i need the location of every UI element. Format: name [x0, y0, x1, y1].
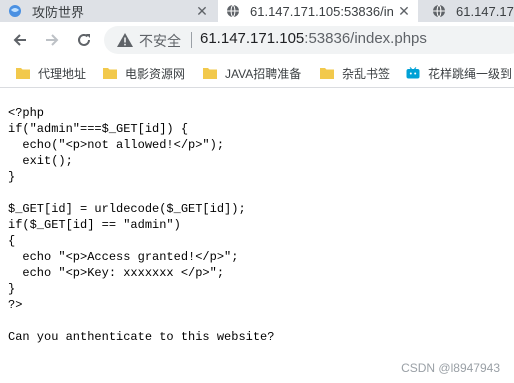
- tab-strip: 攻防世界 ✕ 61.147.171.105:53836/in ✕ 61.147.…: [0, 0, 514, 22]
- bookmark-java-jobs[interactable]: JAVA招聘准备: [203, 64, 301, 82]
- bookmark-label: 杂乱书签: [342, 66, 391, 81]
- tab-index-phps[interactable]: 61.147.171.105:53836/in ✕: [218, 0, 418, 22]
- forward-arrow-icon: [46, 34, 59, 46]
- tab-attack-defense-world[interactable]: 攻防世界 ✕: [8, 0, 218, 22]
- bilibili-icon: [406, 67, 420, 79]
- bookmark-label: 电影资源网: [125, 66, 186, 81]
- folder-icon: [16, 68, 30, 79]
- warning-icon[interactable]: [117, 33, 133, 47]
- bookmark-jump-rope[interactable]: 花样跳绳一级到: [406, 64, 512, 82]
- bookmarks-bar: 代理地址 电影资源网 JAVA招聘准备 杂乱书签 花样跳绳一级到: [0, 58, 514, 88]
- address-bar[interactable]: 不安全 61.147.171.105:53836/index.phps: [104, 26, 514, 54]
- forward-button[interactable]: [40, 28, 64, 52]
- tab-third[interactable]: 61.147.17: [426, 0, 514, 22]
- tab-title: 61.147.171.105:53836/in: [250, 3, 394, 19]
- url-text[interactable]: 61.147.171.105:53836/index.phps: [200, 30, 427, 47]
- globe-icon: [226, 4, 240, 18]
- back-arrow-icon: [13, 34, 26, 46]
- separator: [191, 32, 192, 48]
- browser-toolbar: 不安全 61.147.171.105:53836/index.phps: [0, 22, 514, 58]
- php-source-code: <?php if("admin"===$_GET[id]) { echo("<p…: [8, 106, 246, 312]
- bookmark-label: JAVA招聘准备: [225, 66, 302, 81]
- csdn-watermark: CSDN @l8947943: [401, 361, 500, 375]
- bookmark-proxy-address[interactable]: 代理地址: [16, 64, 86, 82]
- question-text: Can you anthenticate to this website?: [8, 330, 275, 344]
- folder-icon: [203, 68, 217, 79]
- url-path: :53836/index.phps: [304, 30, 427, 47]
- globe-icon: [8, 4, 22, 18]
- page-content: <?php if("admin"===$_GET[id]) { echo("<p…: [0, 89, 514, 383]
- back-button[interactable]: [8, 28, 32, 52]
- url-host: 61.147.171.105: [200, 30, 305, 47]
- not-secure-label[interactable]: 不安全: [139, 31, 181, 51]
- bookmark-label: 花样跳绳一级到: [428, 66, 513, 81]
- reload-button[interactable]: [72, 28, 96, 52]
- bookmark-misc[interactable]: 杂乱书签: [320, 64, 390, 82]
- close-icon[interactable]: ✕: [194, 3, 210, 19]
- reload-icon: [78, 33, 90, 46]
- folder-icon: [103, 68, 117, 79]
- tab-title: 攻防世界: [32, 4, 85, 20]
- globe-icon: [432, 4, 446, 18]
- folder-icon: [320, 68, 334, 79]
- bookmark-label: 代理地址: [38, 66, 87, 81]
- close-icon[interactable]: ✕: [396, 3, 412, 19]
- tab-title: 61.147.17: [456, 3, 514, 19]
- bookmark-movie-resources[interactable]: 电影资源网: [103, 64, 185, 82]
